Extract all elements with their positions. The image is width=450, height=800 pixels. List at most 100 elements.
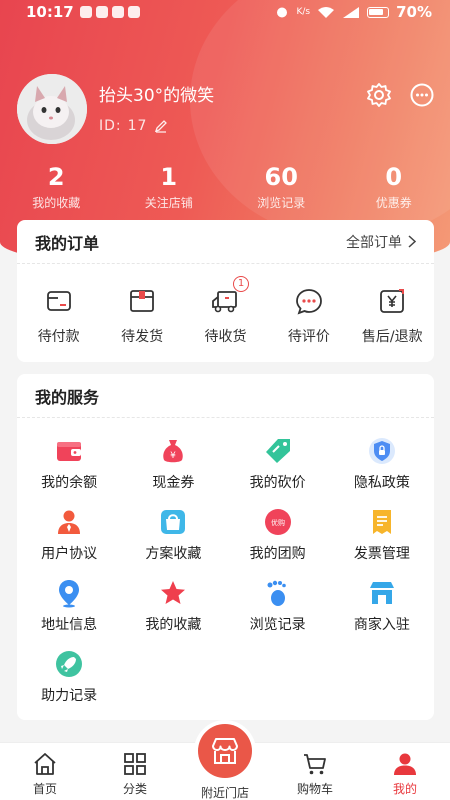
nav-label: 首页	[32, 782, 57, 796]
user-id-label: ID:	[99, 118, 122, 134]
battery-percent: 70%	[396, 3, 432, 21]
stat-followed-shops[interactable]: 1 关注店铺	[113, 162, 226, 211]
service-boost-records[interactable]: 助力记录	[17, 649, 121, 720]
star-icon	[161, 581, 186, 604]
orders-card: 我的订单 全部订单 待付款 待发货 待收货 待评价 售后/退款	[17, 220, 434, 362]
service-label: 用户协议	[41, 546, 98, 562]
nav-cart[interactable]: 购物车	[270, 743, 360, 800]
service-user-agreement[interactable]: 用户协议	[17, 507, 121, 578]
service-invoice[interactable]: 发票管理	[330, 507, 434, 578]
service-label: 浏览记录	[249, 617, 306, 633]
signal-icon	[343, 6, 360, 18]
user-id-value: 17	[127, 118, 148, 134]
group-buy-text: 优购	[271, 518, 285, 527]
nfc-icon	[127, 6, 140, 18]
nav-home[interactable]: 首页	[0, 743, 90, 800]
nearby-store-button[interactable]	[198, 724, 252, 778]
stat-favorites[interactable]: 2 我的收藏	[0, 162, 113, 211]
order-label: 待收货	[204, 329, 247, 345]
nav-profile[interactable]: 我的	[360, 743, 450, 800]
service-label: 发票管理	[353, 546, 410, 562]
stat-label: 关注店铺	[144, 196, 193, 210]
nav-label: 附近门店	[200, 786, 249, 800]
nav-label: 购物车	[296, 782, 333, 796]
order-label: 待付款	[37, 329, 80, 345]
service-bargain[interactable]: 我的砍价	[226, 436, 330, 507]
stat-label: 我的收藏	[32, 196, 81, 210]
app-notification-icon	[95, 6, 108, 18]
user-id: ID: 17	[99, 118, 169, 134]
service-label: 我的团购	[249, 546, 306, 562]
money-bag-icon: ¥	[163, 440, 184, 463]
nav-category[interactable]: 分类	[90, 743, 180, 800]
chevron-right-icon	[408, 235, 416, 248]
orders-header: 我的订单 全部订单	[17, 220, 434, 264]
stat-browse-history[interactable]: 60 浏览记录	[225, 162, 338, 211]
stat-value: 1	[160, 163, 178, 191]
package-box-icon	[130, 290, 154, 312]
service-address[interactable]: 地址信息	[17, 578, 121, 649]
order-label: 售后/退款	[361, 329, 423, 345]
service-merchant-join[interactable]: 商家入驻	[330, 578, 434, 649]
rocket-icon	[56, 651, 83, 677]
service-balance[interactable]: 我的余额	[17, 436, 121, 507]
grid-category-icon	[124, 753, 146, 775]
notification-icons	[79, 6, 140, 18]
service-favorites[interactable]: 我的收藏	[121, 578, 225, 649]
stat-label: 优惠券	[375, 196, 412, 210]
wallet-card-icon	[46, 291, 71, 311]
nav-label: 分类	[122, 782, 147, 796]
service-grid: 我的余额 ¥ 现金券 我的砍价 隐私政策 用户协议 方案收藏 优购 我的团购 发…	[17, 418, 434, 720]
order-status-row: 待付款 待发货 待收货 待评价 售后/退款	[17, 264, 434, 346]
user-agreement-icon	[58, 510, 81, 534]
user-name[interactable]: 抬头30°的微笑	[99, 81, 214, 106]
location-pin-icon	[59, 580, 80, 608]
settings-gear-icon[interactable]	[366, 82, 392, 108]
order-label: 待发货	[121, 329, 164, 345]
home-icon	[34, 753, 56, 775]
service-plan-favorites[interactable]: 方案收藏	[121, 507, 225, 578]
order-pending-shipment[interactable]: 待发货	[100, 286, 183, 346]
nearby-store-icon	[212, 738, 238, 764]
wallet-icon	[57, 442, 82, 461]
order-after-sales[interactable]: 售后/退款	[351, 286, 434, 346]
service-label: 现金券	[152, 475, 195, 491]
tiktok-notification-icon	[79, 6, 92, 18]
all-orders-label: 全部订单	[346, 234, 402, 251]
baidu-notification-icon	[111, 6, 124, 18]
service-label: 我的余额	[41, 475, 98, 491]
service-label: 地址信息	[41, 617, 98, 633]
order-pending-payment[interactable]: 待付款	[17, 286, 100, 346]
group-buy-icon: 优购	[264, 509, 291, 535]
storefront-icon	[369, 582, 394, 604]
profile-icon	[394, 753, 416, 775]
price-tag-icon	[265, 439, 290, 463]
status-bar: 10:17 K/s 70%	[0, 0, 450, 24]
pending-receipt-badge: 1	[233, 276, 249, 292]
battery-icon	[367, 6, 390, 18]
all-orders-link[interactable]: 全部订单	[346, 232, 416, 252]
stat-coupons[interactable]: 0 优惠券	[338, 162, 450, 211]
stat-label: 浏览记录	[257, 196, 306, 210]
message-more-icon[interactable]	[409, 82, 435, 108]
edit-pencil-icon[interactable]	[153, 118, 169, 134]
order-pending-receipt[interactable]: 待收货	[184, 286, 267, 346]
service-label: 方案收藏	[145, 546, 202, 562]
refund-yen-icon	[380, 289, 405, 313]
status-right: K/s 70%	[275, 3, 432, 21]
service-privacy-policy[interactable]: 隐私政策	[330, 436, 434, 507]
privacy-shield-icon	[368, 438, 395, 464]
network-speed: K/s	[296, 7, 311, 17]
service-group-buy[interactable]: 优购 我的团购	[226, 507, 330, 578]
service-cash-coupon[interactable]: ¥ 现金券	[121, 436, 225, 507]
alarm-icon	[277, 7, 288, 18]
avatar[interactable]	[17, 74, 87, 144]
svg-text:¥: ¥	[171, 451, 177, 461]
services-header: 我的服务	[17, 374, 434, 418]
footprint-icon	[267, 580, 286, 606]
cat-avatar-image	[17, 74, 87, 144]
order-label: 待评价	[287, 329, 330, 345]
order-pending-review[interactable]: 待评价	[267, 286, 350, 346]
service-browse-history[interactable]: 浏览记录	[226, 578, 330, 649]
stats-row: 2 我的收藏 1 关注店铺 60 浏览记录 0 优惠券	[0, 162, 450, 211]
